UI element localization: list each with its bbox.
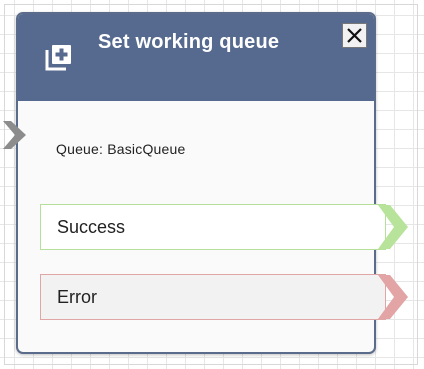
input-connector[interactable] <box>3 121 26 149</box>
queue-label: Queue: BasicQueue <box>56 141 186 157</box>
close-button[interactable] <box>342 23 367 48</box>
block-header: Set working queue <box>18 14 374 101</box>
success-branch-label: Success <box>57 217 126 237</box>
success-branch[interactable]: Success <box>40 204 386 250</box>
add-box-icon <box>44 42 74 72</box>
error-branch-label: Error <box>57 287 97 307</box>
set-working-queue-block[interactable]: Set working queue Queue: BasicQueue Succ… <box>16 12 386 354</box>
success-connector-arrow[interactable] <box>378 205 408 249</box>
close-icon <box>347 28 362 43</box>
error-branch[interactable]: Error <box>40 274 386 320</box>
block-title: Set working queue <box>98 31 280 53</box>
error-connector-arrow[interactable] <box>378 275 408 319</box>
